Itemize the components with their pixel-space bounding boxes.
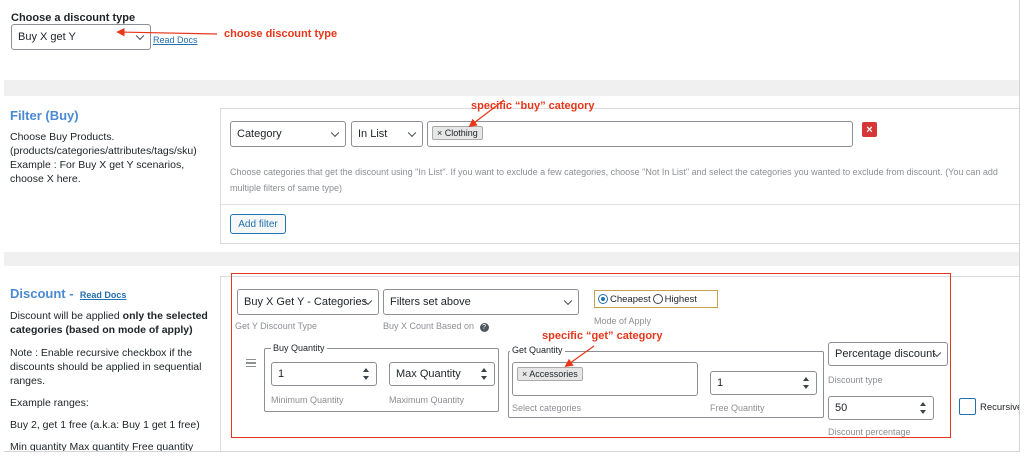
arrow-get-category <box>564 345 595 368</box>
arrow-buy-category <box>468 99 505 128</box>
rule-editor-frame: Choose a discount type Buy X get Y Read … <box>4 0 1020 452</box>
annotation-arrows <box>116 27 595 368</box>
arrow-discount-type <box>116 27 218 37</box>
